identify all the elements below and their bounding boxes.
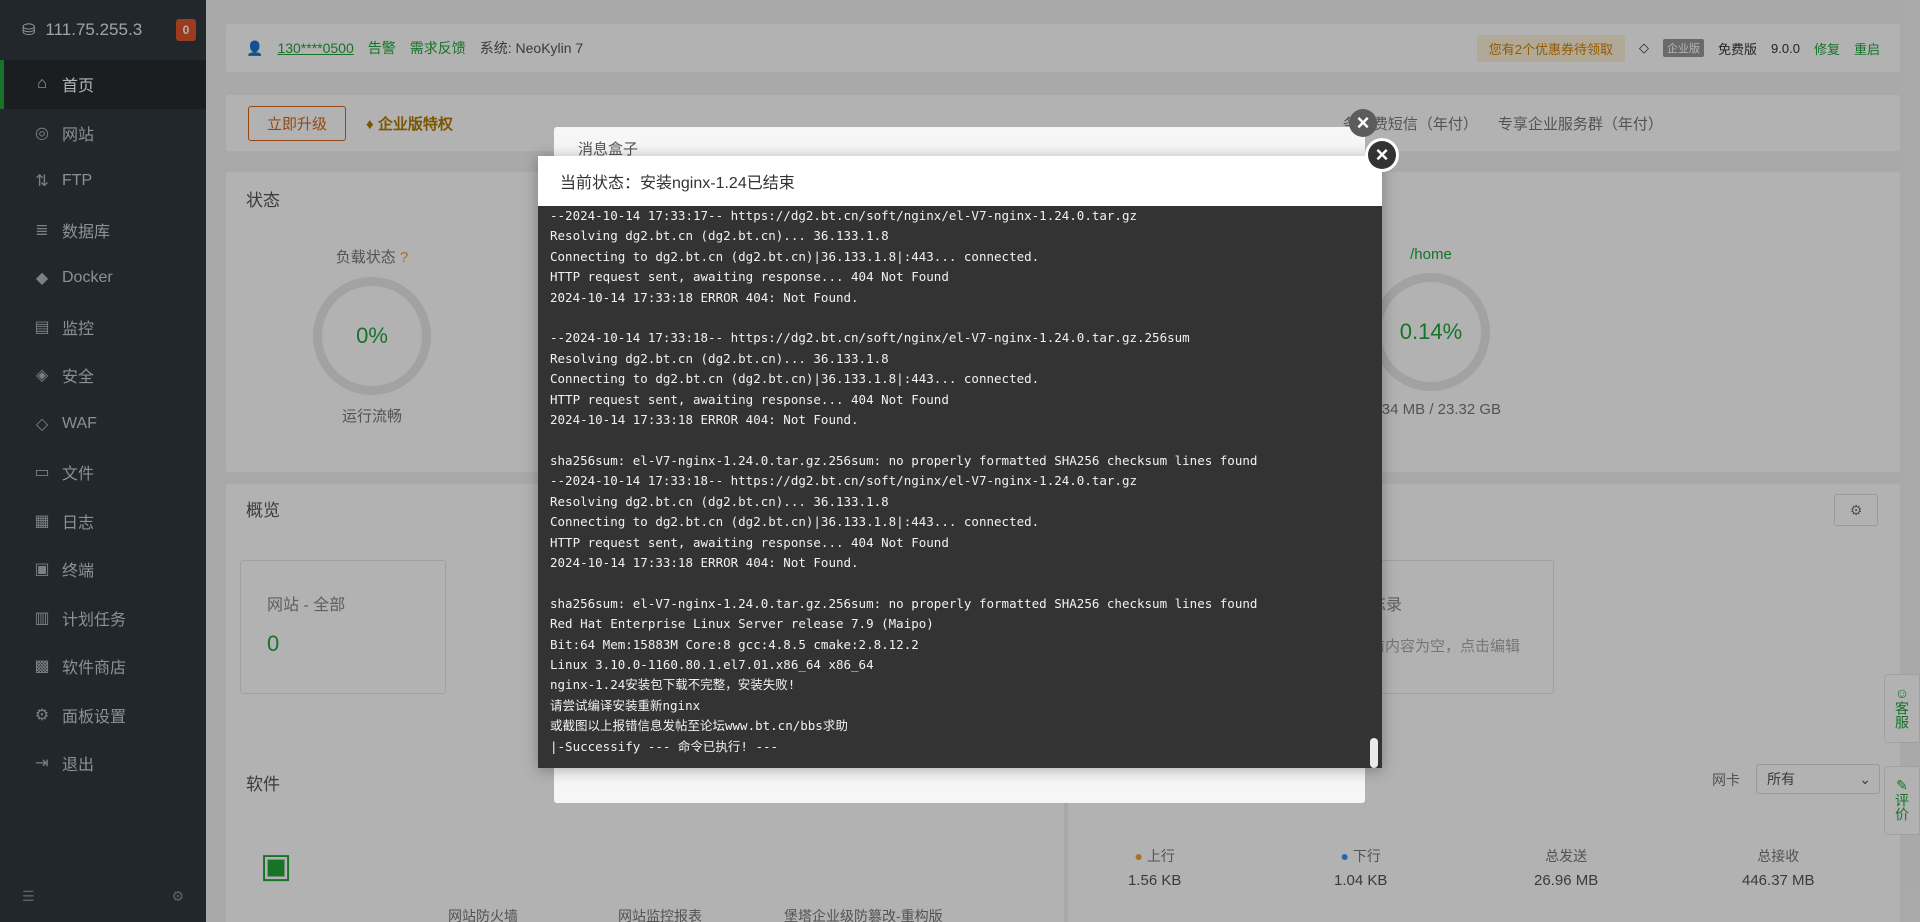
install-log-modal: 当前状态：安装nginx-1.24已结束 --2024-10-14 17:33:… [538,156,1382,768]
install-log: --2024-10-14 17:33:17-- https://dg2.bt.c… [550,208,1258,754]
modal-close-icon[interactable]: × [1365,138,1399,172]
log-scrollbar[interactable] [1370,738,1378,768]
install-status: 当前状态：安装nginx-1.24已结束 [538,156,1382,206]
message-box-close-icon[interactable]: × [1346,106,1380,140]
